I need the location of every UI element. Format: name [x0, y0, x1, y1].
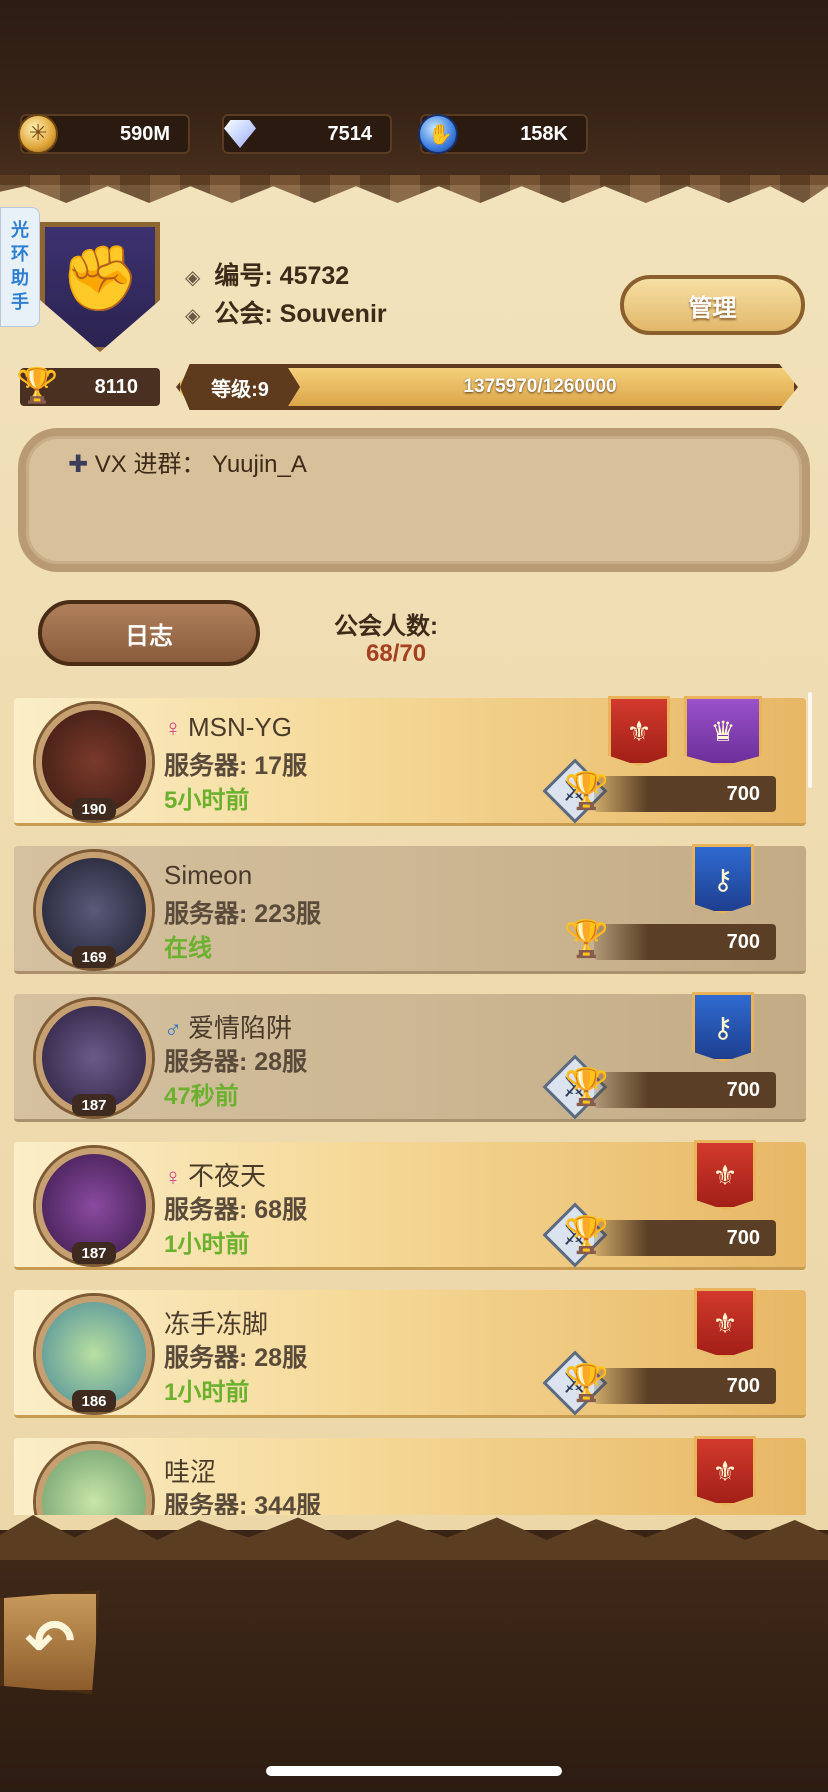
- member-name: 哇涩: [164, 1457, 217, 1487]
- member-server: 服务器: 68服: [164, 1196, 308, 1224]
- home-indicator[interactable]: [266, 1766, 562, 1776]
- member-level: 190: [72, 798, 116, 820]
- member-last-online: 47秒前: [164, 1083, 239, 1110]
- member-name: ♀ 不夜天: [164, 1161, 267, 1191]
- member-count-value: 68/70: [366, 640, 427, 667]
- member-level: 186: [72, 1390, 116, 1412]
- member-name: 冻手冻脚: [164, 1309, 269, 1339]
- member-row[interactable]: 186 冻手冻脚 服务器: 28服 1小时前 ⚜ ⚔ 700 🏆: [14, 1288, 806, 1418]
- guild-name: ◈ 公会: Souvenir: [185, 300, 387, 328]
- member-score: 700: [594, 1368, 776, 1404]
- member-last-online: 在线: [164, 935, 212, 962]
- member-avatar[interactable]: 190: [36, 704, 152, 820]
- member-server: 服务器: 223服: [164, 900, 321, 928]
- member-avatar[interactable]: 187: [36, 1000, 152, 1116]
- trophy-icon: 🏆: [564, 1066, 609, 1107]
- member-avatar[interactable]: 186: [36, 1296, 152, 1412]
- member-score: 700: [594, 924, 776, 960]
- member-score: 700: [594, 1072, 776, 1108]
- trophy-icon: 🏆: [564, 1362, 609, 1403]
- level-progress-text: 1375970/1260000: [463, 376, 617, 397]
- member-last-online: 1小时前: [164, 1231, 250, 1258]
- female-icon: ♀: [164, 1164, 182, 1191]
- back-arrow-icon: ↶: [24, 1608, 76, 1675]
- guild-level: 等级:9: [180, 364, 300, 410]
- member-level: 187: [72, 1242, 116, 1264]
- member-server: 服务器: 344服: [164, 1492, 321, 1515]
- list-scrollbar[interactable]: [808, 692, 812, 788]
- member-list[interactable]: 190 ♀ MSN-YG 服务器: 17服 5小时前 ⚜ ♛ ⚔ 700 🏆 16…: [0, 690, 828, 1515]
- gold-counter[interactable]: 590M: [18, 114, 190, 154]
- crystal-counter[interactable]: 158K: [418, 114, 588, 154]
- member-score: 700: [594, 776, 776, 812]
- member-name: ♀ MSN-YG: [164, 712, 292, 742]
- member-avatar[interactable]: 187: [36, 1148, 152, 1264]
- side-helper-tab[interactable]: 光环助手: [0, 207, 40, 327]
- blue-crystal-icon: [418, 114, 458, 154]
- member-avatar[interactable]: 169: [36, 852, 152, 968]
- plus-icon: ✚: [68, 451, 89, 478]
- bullet-diamond-icon: ◈: [185, 305, 201, 327]
- diamond-counter[interactable]: 7514: [222, 114, 392, 154]
- member-server: 服务器: 28服: [164, 1344, 308, 1372]
- member-last-online: 1小时前: [164, 1379, 250, 1406]
- diamond-icon: [220, 114, 260, 154]
- log-button[interactable]: 日志: [38, 600, 260, 666]
- member-name: ♂ 爱情陷阱: [164, 1013, 293, 1043]
- fist-icon: ✊: [60, 241, 140, 314]
- top-resource-bar: 590M 7514 158K: [0, 0, 828, 185]
- member-level: 187: [72, 1094, 116, 1116]
- gold-value: 590M: [119, 122, 170, 145]
- member-avatar[interactable]: [36, 1444, 152, 1515]
- crystal-value: 158K: [520, 122, 568, 145]
- member-row[interactable]: 187 ♀ 不夜天 服务器: 68服 1小时前 ⚜ ⚔ 700 🏆: [14, 1140, 806, 1270]
- manage-button[interactable]: 管理: [620, 275, 805, 335]
- member-count-label: 公会人数:: [334, 613, 438, 640]
- member-server: 服务器: 28服: [164, 1048, 308, 1076]
- member-row[interactable]: 哇涩 服务器: 344服 ⚜: [14, 1436, 806, 1515]
- red-banner-icon: ⚜: [694, 1436, 756, 1506]
- blue-banner-icon: ⚷: [692, 992, 754, 1062]
- gold-coin-icon: [18, 114, 58, 154]
- member-score: 700: [594, 1220, 776, 1256]
- member-server: 服务器: 17服: [164, 752, 308, 780]
- member-level: 169: [72, 946, 116, 968]
- red-banner-icon: ⚜: [694, 1140, 756, 1210]
- female-icon: ♀: [164, 715, 182, 742]
- trophy-icon: 🏆: [564, 770, 609, 811]
- trophy-icon: 🏆: [16, 367, 59, 405]
- member-last-online: 5小时前: [164, 787, 250, 814]
- diamond-value: 7514: [327, 122, 373, 145]
- bullet-diamond-icon: ◈: [185, 267, 201, 289]
- member-name: Simeon: [164, 860, 253, 890]
- blue-banner-icon: ⚷: [692, 844, 754, 914]
- guild-notice: ✚ VX 进群： Yuujin_A: [68, 451, 307, 478]
- member-row[interactable]: 190 ♀ MSN-YG 服务器: 17服 5小时前 ⚜ ♛ ⚔ 700 🏆: [14, 696, 806, 826]
- member-row[interactable]: 169 Simeon 服务器: 223服 在线 ⚷ 700 🏆: [14, 844, 806, 974]
- red-banner-icon: ⚜: [608, 696, 670, 766]
- guild-id: ◈ 编号: 45732: [185, 262, 350, 290]
- back-button[interactable]: ↶: [0, 1590, 100, 1694]
- red-banner-icon: ⚜: [694, 1288, 756, 1358]
- male-icon: ♂: [164, 1016, 182, 1043]
- purple-crown-banner-icon: ♛: [684, 696, 762, 766]
- member-row[interactable]: 187 ♂ 爱情陷阱 服务器: 28服 47秒前 ⚷ ⚔ 700 🏆: [14, 992, 806, 1122]
- bottom-bar: [0, 1560, 828, 1792]
- trophy-icon: 🏆: [564, 918, 609, 959]
- trophy-icon: 🏆: [564, 1214, 609, 1255]
